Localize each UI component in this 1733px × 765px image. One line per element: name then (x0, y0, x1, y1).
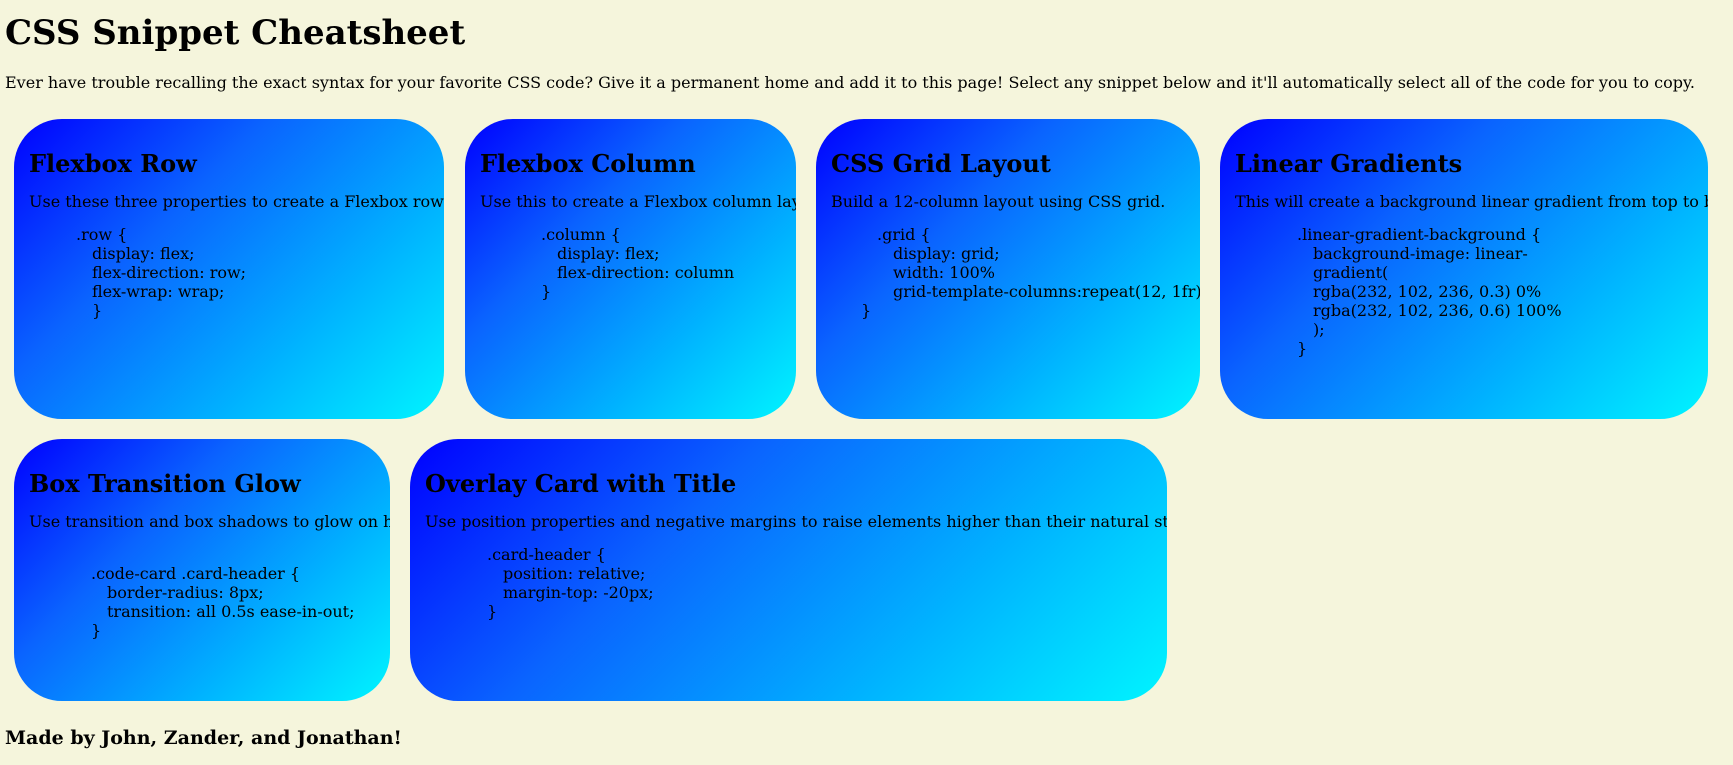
card-description: Use position properties and negative mar… (425, 512, 1167, 531)
code-line: .row { (76, 225, 128, 244)
code-line: .grid { (877, 225, 931, 244)
code-line: .card-header { (487, 545, 606, 564)
code-line: gradient( (1313, 263, 1389, 282)
code-snippet[interactable]: .code-card .card-header { border-radius:… (91, 564, 375, 640)
card-title: Box Transition Glow (29, 469, 301, 498)
code-line: margin-top: -20px; (503, 583, 654, 602)
card-title: Overlay Card with Title (425, 469, 737, 498)
code-snippet[interactable]: .column { display: flex; flex-direction:… (541, 225, 781, 301)
code-line: transition: all 0.5s ease-in-out; (107, 602, 355, 621)
code-line: } (91, 621, 102, 640)
code-line: } (861, 301, 872, 320)
snippet-card-css-grid-layout[interactable]: CSS Grid Layout Build a 12-column layout… (816, 119, 1200, 419)
card-title: Flexbox Column (480, 149, 696, 178)
code-line: rgba(232, 102, 236, 0.6) 100% (1313, 301, 1562, 320)
code-line: display: flex; (92, 244, 195, 263)
code-line: .column { (541, 225, 621, 244)
code-line: ); (1313, 320, 1325, 339)
code-snippet[interactable]: .row { display: flex; flex-direction: ro… (76, 225, 429, 320)
snippet-card-flexbox-row[interactable]: Flexbox Row Use these three properties t… (14, 119, 444, 419)
code-line: } (541, 282, 552, 301)
card-description: Build a 12-column layout using CSS grid. (831, 192, 1166, 211)
snippet-card-linear-gradients[interactable]: Linear Gradients This will create a back… (1220, 119, 1708, 419)
code-line: background-image: linear- (1313, 244, 1528, 263)
code-snippet[interactable]: .linear-gradient-background { background… (1297, 225, 1693, 358)
code-snippet[interactable]: .grid { display: grid; width: 100% grid-… (861, 225, 1200, 320)
card-description: This will create a background linear gra… (1235, 192, 1708, 211)
code-line: .linear-gradient-background { (1297, 225, 1542, 244)
card-title: Flexbox Row (29, 149, 197, 178)
snippet-card-box-transition-glow[interactable]: Box Transition Glow Use transition and b… (14, 439, 390, 701)
page-title: CSS Snippet Cheatsheet (5, 13, 466, 53)
snippet-card-overlay-card-with-title[interactable]: Overlay Card with Title Use position pro… (410, 439, 1167, 701)
code-line: flex-direction: row; (92, 263, 247, 282)
card-description: Use these three properties to create a F… (29, 192, 444, 211)
code-line: flex-wrap: wrap; (92, 282, 225, 301)
code-line: .code-card .card-header { (91, 564, 301, 583)
code-line: } (92, 301, 103, 320)
code-line: rgba(232, 102, 236, 0.3) 0% (1313, 282, 1542, 301)
card-title: Linear Gradients (1235, 149, 1463, 178)
snippet-card-flexbox-column[interactable]: Flexbox Column Use this to create a Flex… (465, 119, 796, 419)
code-snippet[interactable]: .card-header { position: relative; margi… (487, 545, 1152, 621)
code-line: position: relative; (503, 564, 646, 583)
footer-credits: Made by John, Zander, and Jonathan! (5, 727, 402, 749)
code-line: border-radius: 8px; (107, 583, 264, 602)
code-line: width: 100% (893, 263, 996, 282)
card-title: CSS Grid Layout (831, 149, 1051, 178)
code-line: display: flex; (557, 244, 660, 263)
card-description: Use transition and box shadows to glow o… (29, 512, 390, 531)
code-line: } (487, 602, 498, 621)
intro-text: Ever have trouble recalling the exact sy… (5, 73, 1695, 92)
code-line: flex-direction: column (557, 263, 735, 282)
code-line: } (1297, 339, 1308, 358)
code-line: grid-template-columns:repeat(12, 1fr); (893, 282, 1200, 301)
code-line: display: grid; (893, 244, 1000, 263)
card-description: Use this to create a Flexbox column layo… (480, 192, 796, 211)
